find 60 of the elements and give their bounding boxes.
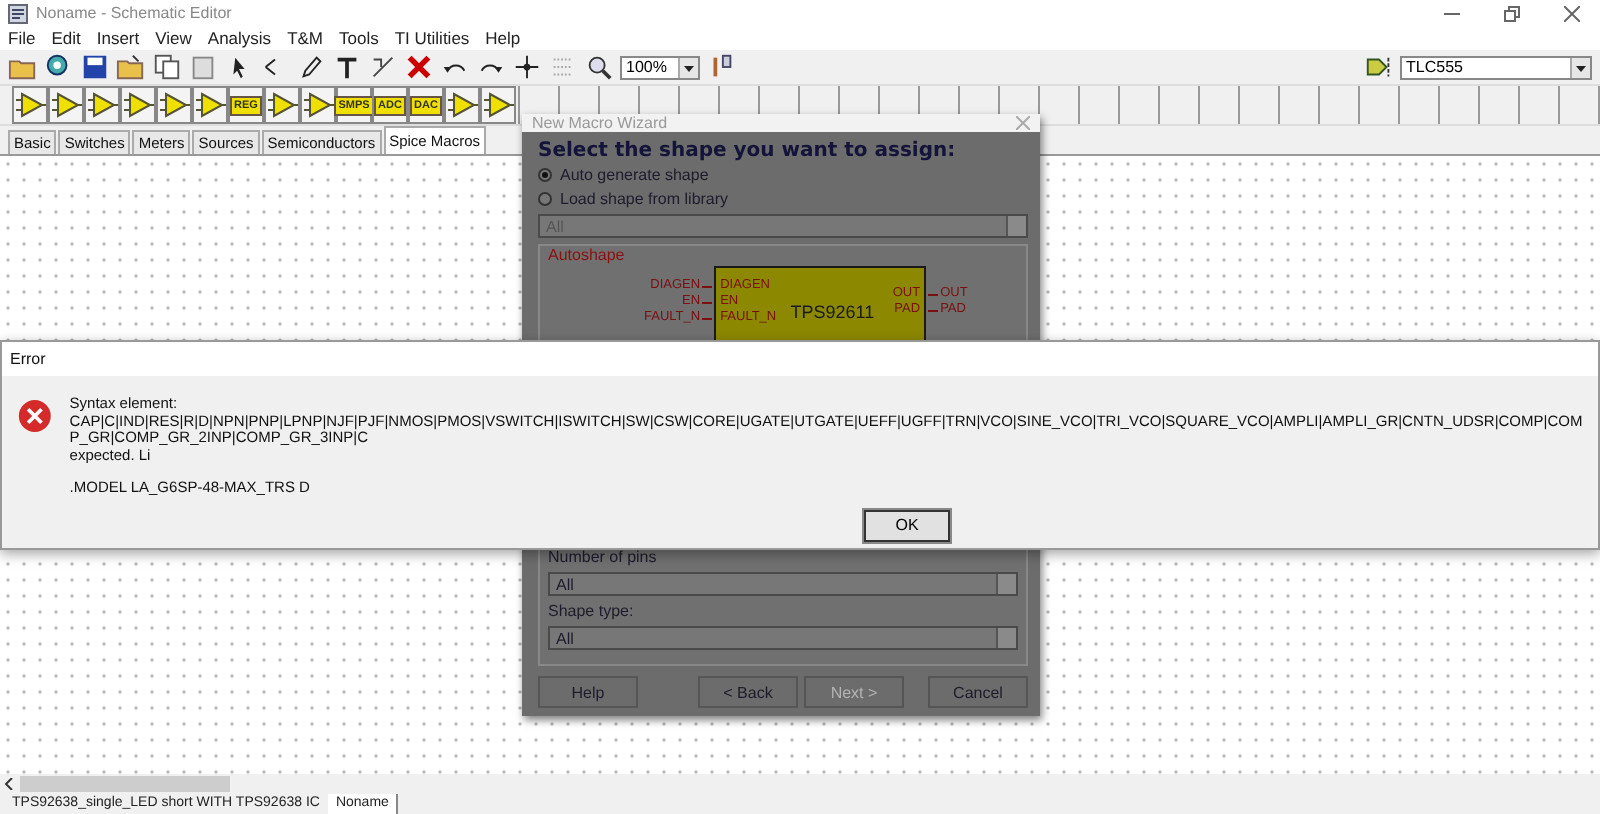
dialog-title: New Macro Wizard (532, 114, 668, 132)
junction-icon[interactable] (512, 52, 542, 82)
place-component-icon[interactable] (1364, 52, 1394, 82)
close-icon[interactable] (1564, 5, 1580, 21)
radio-button[interactable] (538, 191, 552, 205)
zoom-icon[interactable] (584, 52, 614, 82)
shape-dropdown[interactable]: All (548, 626, 1018, 650)
amplifier-icon (159, 92, 189, 118)
amplifier-icon (303, 92, 333, 118)
restore-icon[interactable] (1504, 5, 1520, 21)
caret-icon (678, 57, 698, 77)
amplifier-icon (447, 92, 477, 118)
ok-button[interactable]: OK (864, 509, 950, 541)
menu-item[interactable]: Insert (96, 28, 140, 48)
amplifier-icon (195, 92, 225, 118)
error-icon (18, 396, 52, 436)
window-title: Noname - Schematic Editor (36, 4, 232, 22)
menu-item[interactable]: View (155, 28, 192, 48)
app-icon (8, 3, 28, 23)
field-label: Number of pins (548, 546, 659, 568)
menu-item[interactable]: Tools (339, 28, 379, 48)
component-button[interactable] (300, 86, 336, 124)
zoom-dropdown[interactable]: 100% (620, 55, 700, 79)
component-button[interactable] (84, 86, 120, 124)
field-label: Shape type: (548, 600, 636, 622)
amplifier-icon (87, 92, 117, 118)
dialog-title: Error (10, 350, 46, 368)
component-button[interactable] (120, 86, 156, 124)
component-button[interactable] (12, 86, 48, 124)
component-dropdown[interactable]: TLC555 (1400, 55, 1592, 79)
pencil-icon[interactable] (296, 52, 326, 82)
component-button[interactable] (444, 86, 480, 124)
caret-icon (1570, 57, 1590, 77)
amplifier-icon (123, 92, 153, 118)
amplifier-icon (267, 92, 297, 118)
amplifier-icon (15, 92, 45, 118)
text-tool-icon[interactable] (332, 52, 362, 82)
scroll-left-icon[interactable] (4, 778, 14, 790)
component-button[interactable] (48, 86, 84, 124)
menu-item[interactable]: File (8, 28, 36, 48)
menu-item[interactable]: Edit (51, 28, 81, 48)
menu-item[interactable]: Help (485, 28, 521, 48)
group-title: Autoshape (548, 246, 627, 266)
save-icon[interactable] (80, 52, 110, 82)
scrollbar-thumb[interactable] (20, 776, 230, 792)
folder-icon[interactable] (116, 52, 146, 82)
radio-button[interactable] (538, 167, 552, 181)
component-button[interactable] (156, 86, 192, 124)
component-button[interactable] (192, 86, 228, 124)
amplifier-icon (51, 92, 81, 118)
menu-item[interactable]: T&M (287, 28, 324, 48)
copy-icon[interactable] (152, 52, 182, 82)
component-button[interactable] (264, 86, 300, 124)
dialog-heading: Select the shape you want to assign: (538, 140, 958, 162)
menu-item[interactable]: TI Utilities (394, 28, 470, 48)
pins-dropdown[interactable]: All (548, 572, 1018, 596)
delete-icon[interactable] (404, 52, 434, 82)
component-button[interactable] (480, 86, 516, 124)
amplifier-icon (483, 92, 513, 118)
menu-item[interactable]: Analysis (207, 28, 272, 48)
